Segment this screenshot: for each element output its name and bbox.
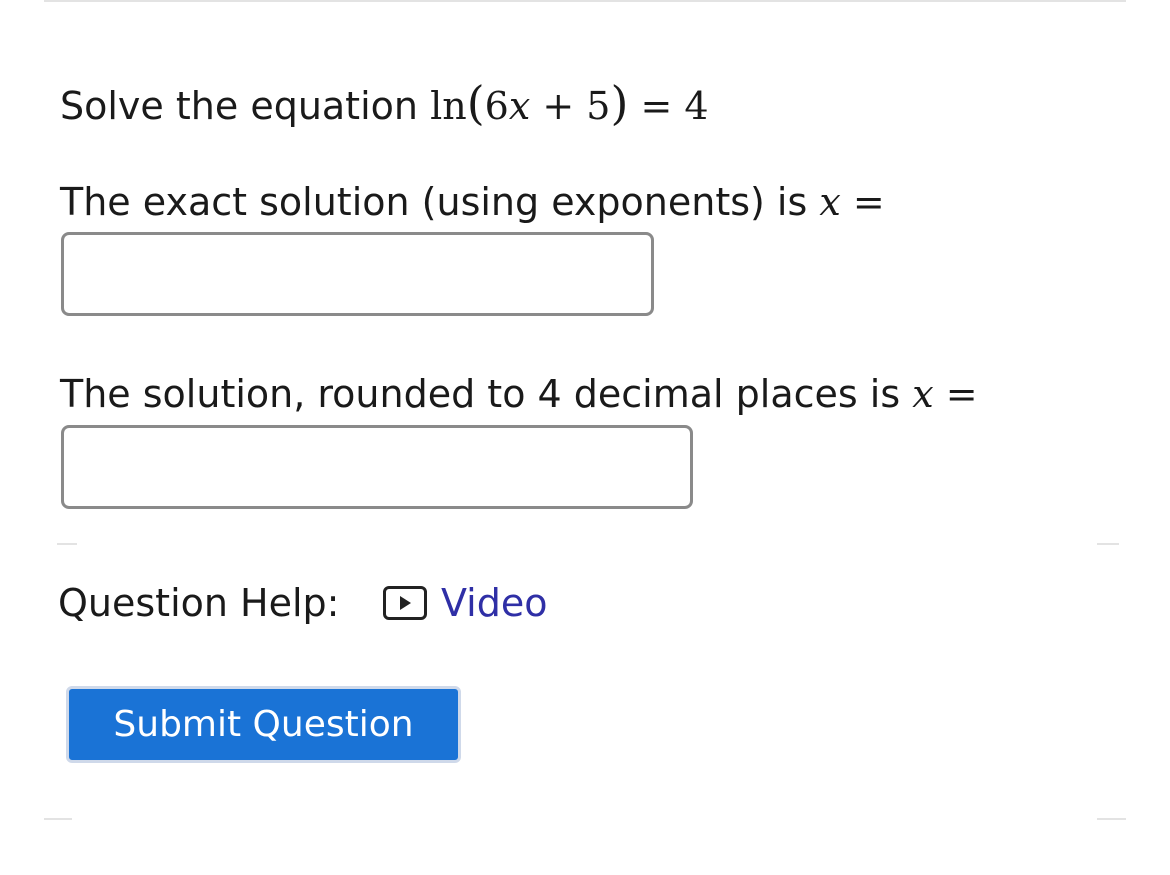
bottom-divider — [44, 818, 72, 820]
equation: ln(6x + 5) = 4 — [430, 76, 709, 130]
question-prompt: Solve the equation ln(6x + 5) = 4 — [60, 80, 709, 126]
x-variable: x — [819, 180, 841, 224]
bottom-divider — [1097, 818, 1126, 820]
rounded-solution-label: The solution, rounded to 4 decimal place… — [60, 372, 978, 416]
question-help-label: Question Help: — [58, 581, 340, 625]
question-prompt-text: Solve the equation — [60, 84, 431, 128]
submit-question-button[interactable]: Submit Question — [66, 686, 461, 763]
section-divider — [57, 543, 77, 545]
section-divider — [1097, 543, 1119, 545]
play-box-icon — [383, 586, 427, 620]
top-divider — [44, 0, 1126, 2]
video-link-label: Video — [441, 581, 548, 625]
exact-solution-label: The exact solution (using exponents) is … — [60, 180, 885, 224]
video-help-link[interactable]: Video — [383, 584, 547, 622]
x-variable: x — [912, 372, 934, 416]
rounded-solution-input[interactable] — [61, 425, 693, 509]
exact-solution-input[interactable] — [61, 232, 654, 316]
